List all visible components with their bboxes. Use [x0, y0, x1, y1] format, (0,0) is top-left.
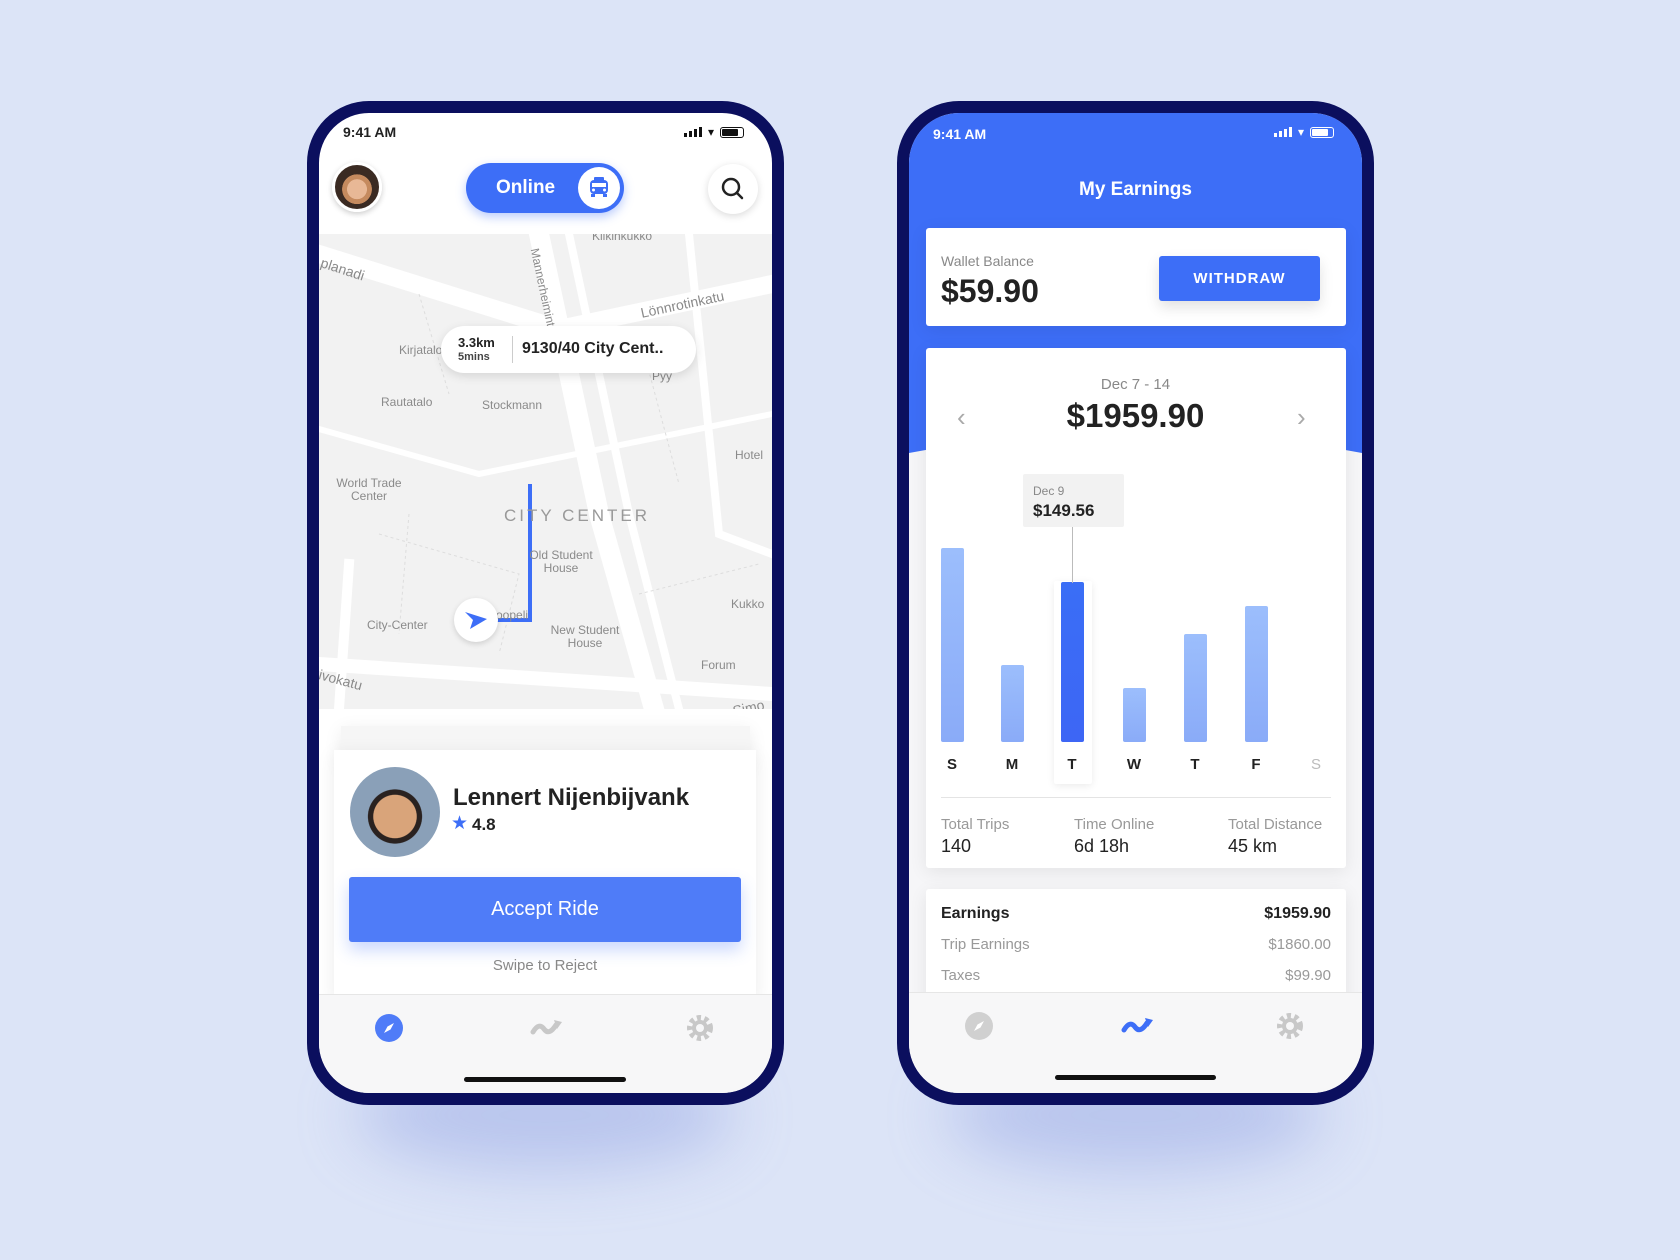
- rider-name: Lennert Nijenbijvank: [453, 784, 690, 811]
- day-label[interactable]: F: [1251, 756, 1260, 773]
- map-label: Hotel: [735, 448, 764, 462]
- map-label: Old Student House: [529, 548, 593, 576]
- map-label: World Trade Center: [336, 476, 402, 504]
- day-label[interactable]: S: [1311, 756, 1321, 773]
- swipe-to-reject[interactable]: Swipe to Reject: [334, 957, 756, 974]
- earnings-phone: 9:41 AM ▾ My Earnings Wallet Balance $59…: [897, 101, 1374, 1105]
- signal-icon: [683, 127, 702, 137]
- online-label: Online: [496, 177, 556, 198]
- day-label[interactable]: M: [1006, 756, 1019, 773]
- bar-4[interactable]: [1183, 633, 1207, 742]
- taxi-icon: [578, 167, 620, 209]
- wallet-label: Wallet Balance: [941, 253, 1034, 269]
- battery-icon: [1310, 126, 1334, 138]
- trend-icon[interactable]: [1121, 1011, 1153, 1041]
- signal-icon: [1273, 127, 1292, 137]
- compass-icon[interactable]: [964, 1011, 994, 1041]
- map-label: CITY CENTER: [504, 506, 651, 525]
- online-toggle[interactable]: Online: [466, 163, 624, 213]
- period-range: Dec 7 - 14: [1100, 376, 1171, 393]
- row-value: $1860.00: [1268, 936, 1331, 953]
- status-icons: ▾: [1273, 125, 1334, 139]
- tooltip-date: Dec 9: [1033, 484, 1065, 498]
- stat-label: Total Trips: [941, 816, 1010, 833]
- bar-0[interactable]: [940, 548, 964, 742]
- wallet-amount: $59.90: [941, 273, 1039, 309]
- map-label: New Student House: [550, 623, 620, 651]
- tab-bar: [909, 992, 1362, 1093]
- accept-ride-button[interactable]: Accept Ride: [349, 877, 741, 942]
- row-value: $99.90: [1285, 967, 1331, 984]
- day-label[interactable]: W: [1127, 756, 1141, 773]
- map-label: Kukko: [731, 597, 765, 611]
- map-label: Kirjatalo: [399, 343, 443, 357]
- map-label: Forum: [701, 658, 736, 672]
- previous-week-button[interactable]: ‹: [957, 402, 966, 433]
- tooltip: Dec 9 $149.56: [1023, 474, 1124, 527]
- period-total: $1959.90: [1066, 397, 1205, 434]
- battery-icon: [720, 126, 744, 138]
- bar-1[interactable]: [1000, 664, 1024, 742]
- navigation-marker: [454, 598, 498, 642]
- rider-rating: 4.8: [472, 815, 496, 834]
- home-indicator[interactable]: [1055, 1075, 1216, 1080]
- row-value: $1959.90: [1264, 905, 1331, 922]
- wifi-icon: ▾: [707, 125, 714, 139]
- rider-avatar: [350, 767, 440, 857]
- callout-time: 5mins: [458, 351, 490, 363]
- star-icon: ★: [451, 813, 469, 834]
- map-label: Kiikinkukko: [592, 234, 653, 243]
- search-button[interactable]: [708, 164, 758, 214]
- row-label: Taxes: [941, 967, 981, 984]
- gear-icon[interactable]: [1275, 1011, 1305, 1041]
- stats-divider: [941, 797, 1331, 798]
- trend-icon[interactable]: [530, 1013, 562, 1043]
- map-label: Stockmann: [482, 398, 543, 412]
- day-label[interactable]: S: [947, 756, 957, 773]
- status-time: 9:41 AM: [343, 124, 397, 140]
- row-label: Trip Earnings: [941, 936, 1030, 953]
- status-icons: ▾: [683, 125, 744, 139]
- stat-label: Total Distance: [1228, 816, 1323, 833]
- route-callout[interactable]: 3.3km 5mins 9130/40 City Cent..: [441, 326, 696, 373]
- navigation-arrow-icon: [465, 612, 487, 629]
- tooltip-amount: $149.56: [1033, 501, 1095, 520]
- profile-avatar[interactable]: [332, 162, 382, 212]
- row-label: Earnings: [941, 905, 1010, 922]
- search-icon: [721, 177, 744, 200]
- compass-icon[interactable]: [374, 1013, 404, 1043]
- callout-address: 9130/40 City Cent..: [522, 340, 664, 357]
- bar-3[interactable]: [1122, 688, 1146, 742]
- next-week-button[interactable]: ›: [1297, 402, 1306, 433]
- stat-value: 45 km: [1228, 836, 1278, 856]
- ride-request-card: Lennert Nijenbijvank ★ 4.8 Accept Ride S…: [334, 750, 756, 1000]
- map-label: Rautatalo: [381, 395, 433, 409]
- bar-2[interactable]: [1060, 581, 1084, 742]
- withdraw-button[interactable]: WITHDRAW: [1159, 256, 1320, 301]
- tab-bar: [319, 994, 772, 1093]
- home-indicator[interactable]: [464, 1077, 626, 1082]
- stat-label: Time Online: [1074, 816, 1155, 833]
- driver-phone: 9:41 AM ▾ Online Kiikinkukko planadi Man…: [307, 101, 784, 1105]
- wifi-icon: ▾: [1297, 125, 1304, 139]
- tooltip-connector: [1072, 527, 1073, 583]
- wallet-card: Wallet Balance $59.90 WITHDRAW: [926, 228, 1346, 326]
- day-label[interactable]: T: [1190, 756, 1199, 773]
- bar-5[interactable]: [1244, 605, 1268, 742]
- stat-value: 140: [941, 836, 972, 856]
- stat-value: 6d 18h: [1074, 836, 1130, 856]
- day-label[interactable]: T: [1067, 756, 1076, 773]
- gear-icon[interactable]: [685, 1013, 715, 1043]
- callout-divider: [512, 336, 513, 363]
- status-time: 9:41 AM: [933, 126, 987, 142]
- map-label: City-Center: [367, 618, 428, 632]
- page-title: My Earnings: [1079, 179, 1192, 200]
- map-view[interactable]: Kiikinkukko planadi Mannerheimintie Lönn…: [319, 234, 772, 709]
- callout-distance: 3.3km: [458, 335, 495, 350]
